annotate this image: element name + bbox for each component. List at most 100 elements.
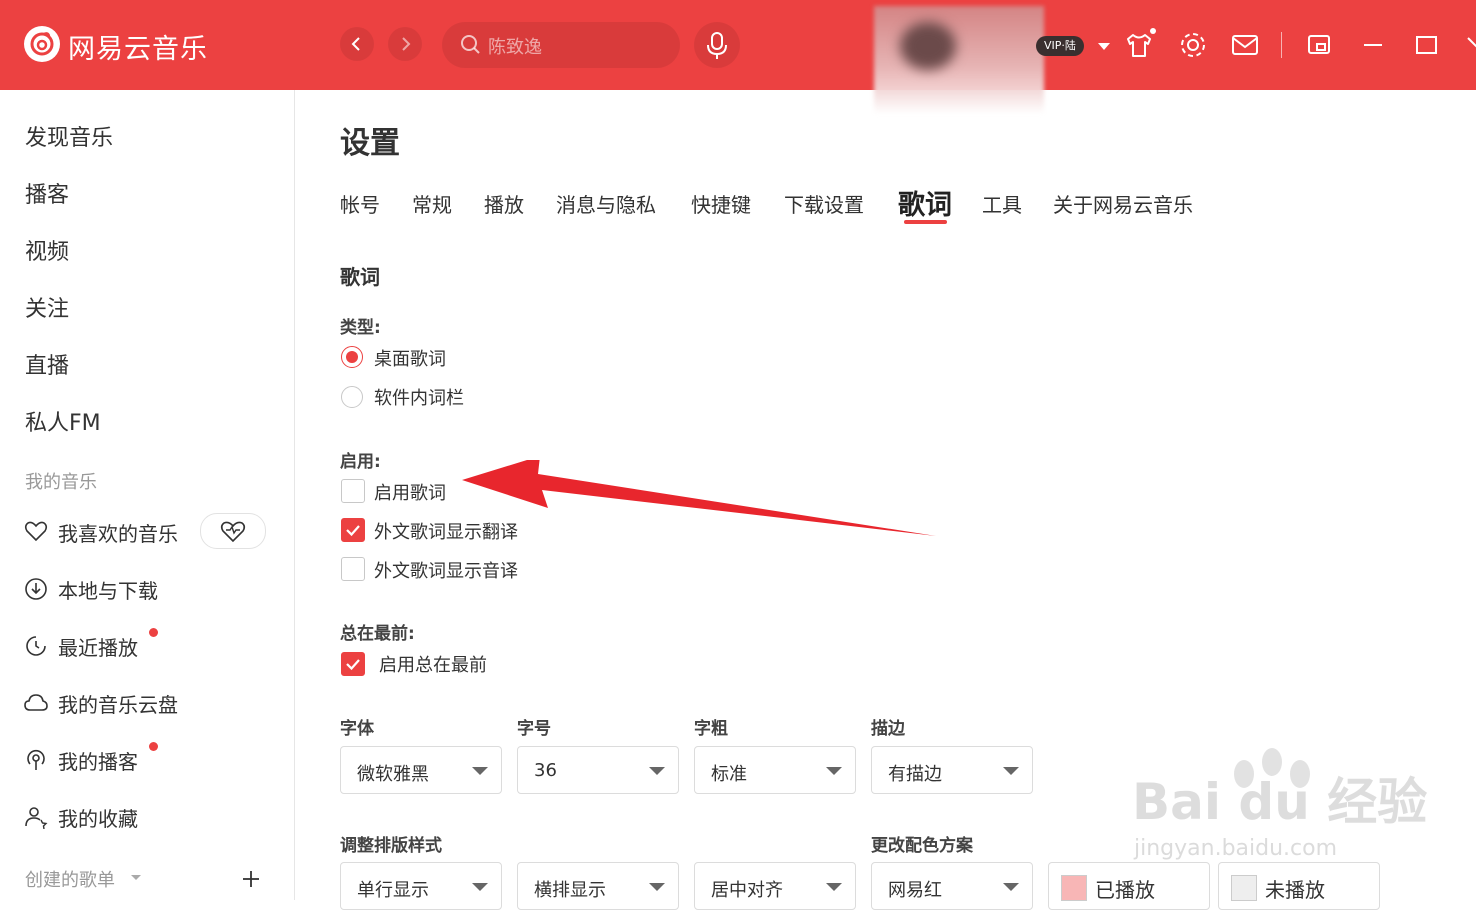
- orientation-value: 横排显示: [534, 880, 606, 901]
- created-playlists-heading[interactable]: 创建的歌单: [25, 866, 115, 892]
- font-size-value: 36: [534, 760, 557, 781]
- tab-account[interactable]: 帐号: [340, 189, 380, 218]
- watermark-url: jingyan.baidu.com: [1134, 836, 1338, 861]
- back-button[interactable]: [340, 27, 374, 61]
- tab-shortcuts[interactable]: 快捷键: [691, 189, 751, 218]
- tab-lyrics[interactable]: 歌词: [898, 183, 952, 222]
- heartbeat-icon: [220, 521, 246, 543]
- dropdown-caret-icon: [472, 883, 488, 891]
- color-scheme-value: 网易红: [888, 880, 942, 901]
- add-playlist-icon[interactable]: [240, 868, 262, 890]
- toolbar-separator: [1281, 32, 1282, 58]
- active-tab-indicator: [904, 220, 947, 224]
- checkbox-enable-lyrics-label[interactable]: 启用歌词: [374, 479, 446, 505]
- title-bar: 网易云音乐 陈致逸 VIP·陆: [0, 0, 1476, 114]
- user-menu-caret-icon[interactable]: [1098, 43, 1110, 50]
- section-title-lyrics: 歌词: [340, 265, 380, 289]
- sidebar-item-follow[interactable]: 关注: [25, 291, 69, 323]
- forward-button[interactable]: [388, 27, 422, 61]
- app-title: 网易云音乐: [68, 34, 208, 65]
- playlists-caret-icon[interactable]: [131, 875, 141, 880]
- tab-tools[interactable]: 工具: [982, 189, 1022, 218]
- checkbox-show-transliteration[interactable]: [341, 557, 365, 581]
- avatar[interactable]: [900, 22, 956, 70]
- sidebar-item-personal-fm[interactable]: 私人FM: [25, 405, 101, 437]
- font-size-select[interactable]: 36: [517, 746, 679, 794]
- checkbox-always-on-top[interactable]: [341, 652, 365, 676]
- dropdown-caret-icon: [1003, 883, 1019, 891]
- search-placeholder: 陈致逸: [488, 37, 542, 58]
- mini-mode-icon[interactable]: [1304, 30, 1334, 60]
- heart-mode-button[interactable]: [200, 513, 266, 549]
- radio-desktop-lyrics-label[interactable]: 桌面歌词: [374, 345, 446, 371]
- stroke-label: 描边: [871, 719, 905, 739]
- sidebar-item-collection[interactable]: 我的收藏: [58, 803, 138, 832]
- cloud-icon: [24, 694, 48, 711]
- voice-search-button[interactable]: [694, 22, 740, 68]
- collection-icon: [25, 807, 48, 829]
- microphone-icon: [707, 32, 727, 59]
- alignment-value: 居中对齐: [711, 880, 783, 901]
- font-family-value: 微软雅黑: [357, 764, 429, 785]
- radio-desktop-lyrics[interactable]: [341, 346, 363, 368]
- font-family-select[interactable]: 微软雅黑: [340, 746, 502, 794]
- dropdown-caret-icon: [649, 883, 665, 891]
- checkbox-show-translation[interactable]: [341, 518, 365, 542]
- sidebar-item-video[interactable]: 视频: [25, 234, 69, 266]
- minimize-icon[interactable]: [1360, 30, 1386, 60]
- mail-icon[interactable]: [1230, 30, 1260, 60]
- orientation-select[interactable]: 横排显示: [517, 862, 679, 910]
- sidebar: [0, 90, 295, 900]
- sidebar-item-cloud-disk[interactable]: 我的音乐云盘: [58, 689, 178, 718]
- font-weight-select[interactable]: 标准: [694, 746, 856, 794]
- skin-tshirt-icon[interactable]: [1122, 28, 1156, 62]
- unplayed-color-label: 未播放: [1265, 878, 1325, 902]
- played-color-swatch: [1061, 875, 1087, 901]
- font-weight-value: 标准: [711, 764, 747, 785]
- stroke-select[interactable]: 有描边: [871, 746, 1033, 794]
- sidebar-item-discover[interactable]: 发现音乐: [25, 120, 113, 152]
- checkmark-icon: [346, 525, 360, 537]
- sidebar-item-my-podcast[interactable]: 我的播客: [58, 746, 138, 775]
- tab-download-settings[interactable]: 下载设置: [784, 189, 864, 218]
- font-weight-label: 字粗: [694, 719, 728, 739]
- line-mode-select[interactable]: 单行显示: [340, 862, 502, 910]
- netease-logo-icon[interactable]: [24, 26, 60, 62]
- sidebar-item-liked-music[interactable]: 我喜欢的音乐: [58, 518, 178, 547]
- sidebar-item-recent-play[interactable]: 最近播放: [58, 632, 138, 661]
- maximize-icon[interactable]: [1412, 30, 1442, 60]
- tab-playback[interactable]: 播放: [484, 189, 524, 218]
- tab-message-privacy[interactable]: 消息与隐私: [556, 189, 656, 218]
- type-label: 类型:: [340, 318, 381, 338]
- sidebar-item-podcast[interactable]: 播客: [25, 177, 69, 209]
- font-family-label: 字体: [340, 719, 374, 739]
- enable-label: 启用:: [340, 452, 381, 472]
- recent-play-icon: [26, 636, 46, 656]
- alignment-select[interactable]: 居中对齐: [694, 862, 856, 910]
- sidebar-item-local-download[interactable]: 本地与下载: [58, 575, 158, 604]
- checkbox-enable-lyrics[interactable]: [341, 479, 365, 503]
- layout-style-label: 调整排版样式: [340, 836, 442, 856]
- color-scheme-select[interactable]: 网易红: [871, 862, 1033, 910]
- tab-general[interactable]: 常规: [412, 189, 452, 218]
- settings-gear-icon[interactable]: [1176, 28, 1210, 62]
- radio-in-app-lyrics-bar[interactable]: [341, 386, 363, 408]
- download-icon: [25, 578, 47, 600]
- font-size-label: 字号: [517, 719, 551, 739]
- dropdown-caret-icon: [649, 767, 665, 775]
- vip-badge[interactable]: VIP·陆: [1036, 36, 1084, 56]
- radio-in-app-lyrics-bar-label[interactable]: 软件内词栏: [374, 384, 464, 410]
- always-on-top-label: 总在最前:: [340, 624, 415, 644]
- annotation-arrow-icon: [462, 460, 936, 536]
- played-color-label: 已播放: [1095, 878, 1155, 902]
- checkbox-show-transliteration-label[interactable]: 外文歌词显示音译: [374, 557, 518, 583]
- tab-about[interactable]: 关于网易云音乐: [1053, 189, 1193, 218]
- checkbox-always-on-top-label[interactable]: 启用总在最前: [379, 651, 487, 677]
- sidebar-item-live[interactable]: 直播: [25, 348, 69, 380]
- close-icon[interactable]: [1462, 30, 1476, 60]
- notification-dot: [149, 742, 158, 751]
- chevron-left-icon: [351, 37, 360, 51]
- search-icon: [461, 35, 480, 54]
- podcast-icon: [27, 749, 45, 770]
- color-scheme-label: 更改配色方案: [871, 836, 973, 856]
